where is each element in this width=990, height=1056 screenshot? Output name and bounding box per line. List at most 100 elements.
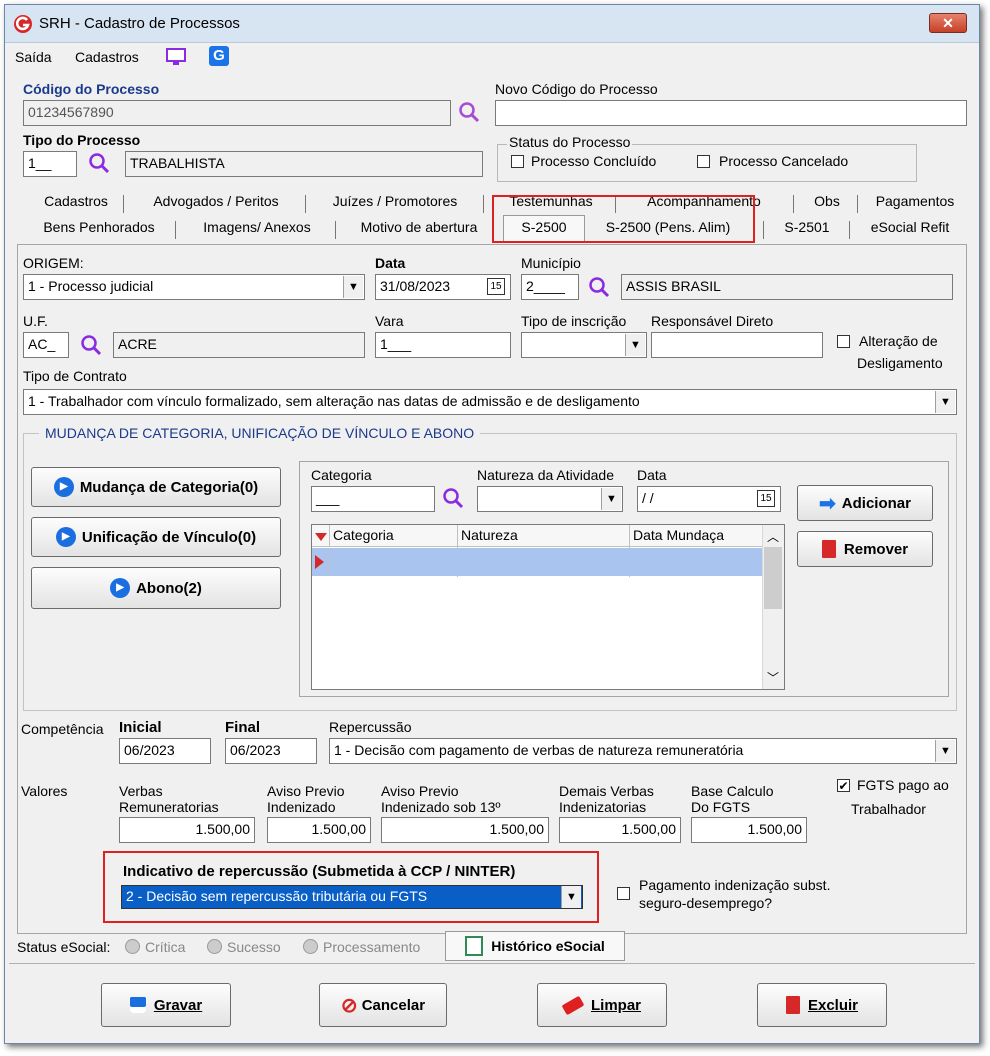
demais-field[interactable]: 1.500,00 xyxy=(559,817,681,843)
tab-s2501[interactable]: S-2501 xyxy=(769,219,845,235)
cancelado-checkbox[interactable] xyxy=(697,155,710,168)
grid-col-separator xyxy=(329,525,330,547)
calendar-icon[interactable]: 15 xyxy=(757,490,775,507)
fgts-checkbox[interactable]: ✔ xyxy=(837,779,850,792)
monitor-icon[interactable] xyxy=(165,47,187,67)
trash-icon xyxy=(821,540,836,558)
base-field[interactable]: 1.500,00 xyxy=(691,817,807,843)
novo-codigo-label: Novo Código do Processo xyxy=(495,81,658,97)
tab-juizes[interactable]: Juízes / Promotores xyxy=(311,193,479,209)
grid-header-natureza[interactable]: Natureza xyxy=(461,527,518,543)
abono-button[interactable]: ▶ Abono(2) xyxy=(31,567,281,609)
chevron-down-icon[interactable]: ▼ xyxy=(601,488,621,510)
table-row[interactable] xyxy=(312,548,762,576)
vara-field[interactable]: 1___ xyxy=(375,332,511,358)
scroll-up-icon[interactable]: ︿ xyxy=(767,528,779,545)
tab-motivo-abertura[interactable]: Motivo de abertura xyxy=(341,219,497,235)
tab-highlight-box xyxy=(492,195,755,243)
menu-cadastros[interactable]: Cadastros xyxy=(75,49,139,65)
tab-pagamentos[interactable]: Pagamentos xyxy=(865,193,965,209)
uf-code-field[interactable]: AC_ xyxy=(23,332,69,358)
radio-sucesso[interactable] xyxy=(207,939,222,954)
search-icon[interactable] xyxy=(457,100,481,124)
window-title: SRH - Cadastro de Processos xyxy=(39,15,240,32)
radio-critica[interactable] xyxy=(125,939,140,954)
tipo-contrato-select[interactable]: 1 - Trabalhador com vínculo formalizado,… xyxy=(23,389,957,415)
scroll-thumb[interactable] xyxy=(764,547,782,609)
codigo-field[interactable]: 01234567890 xyxy=(23,100,451,126)
indicativo-select[interactable]: 2 - Decisão sem repercussão tributária o… xyxy=(121,885,583,909)
search-icon[interactable] xyxy=(87,151,111,175)
alteracao-checkbox[interactable] xyxy=(837,335,850,348)
scroll-down-icon[interactable]: ﹀ xyxy=(767,669,779,686)
valores-label: Valores xyxy=(21,783,68,799)
historico-label: Histórico eSocial xyxy=(491,938,605,954)
tab-imagens-anexos[interactable]: Imagens/ Anexos xyxy=(183,219,331,235)
pagamento-checkbox[interactable] xyxy=(617,887,630,900)
repercussao-select[interactable]: 1 - Decisão com pagamento de verbas de n… xyxy=(329,738,957,764)
tipo-inscricao-label: Tipo de inscrição xyxy=(521,313,627,329)
responsavel-field[interactable] xyxy=(651,332,823,358)
tab-obs[interactable]: Obs xyxy=(799,193,855,209)
adicionar-button[interactable]: ➡ Adicionar xyxy=(797,485,933,521)
grid-header-categoria[interactable]: Categoria xyxy=(333,527,394,543)
tab-esocial-refit[interactable]: eSocial Refit xyxy=(855,219,965,235)
chevron-down-icon[interactable]: ▼ xyxy=(935,391,955,413)
tipo-label: Tipo do Processo xyxy=(23,132,141,148)
aviso-label-2: Indenizado xyxy=(267,799,336,815)
tab-advogados[interactable]: Advogados / Peritos xyxy=(131,193,301,209)
origem-select[interactable]: 1 - Processo judicial xyxy=(23,274,365,300)
chevron-down-icon[interactable]: ▼ xyxy=(935,740,955,762)
limpar-button[interactable]: Limpar xyxy=(537,983,667,1027)
codigo-label: Código do Processo xyxy=(23,81,160,97)
gravar-button[interactable]: Gravar xyxy=(101,983,231,1027)
close-button[interactable]: ✕ xyxy=(929,13,967,33)
historico-esocial-tab[interactable]: Histórico eSocial xyxy=(445,931,625,961)
aviso13-label-1: Aviso Previo xyxy=(381,783,459,799)
indicativo-label: Indicativo de repercussão (Submetida à C… xyxy=(123,863,516,880)
g-logo-icon[interactable]: G xyxy=(209,46,229,66)
mudanca-data-label: Data xyxy=(637,467,667,483)
tab-separator xyxy=(483,195,484,213)
tab-cadastros[interactable]: Cadastros xyxy=(29,193,123,209)
limpar-label: Limpar xyxy=(590,996,641,1014)
cancelar-button[interactable]: ⊘ Cancelar xyxy=(319,983,447,1027)
municipio-code-field[interactable]: 2____ xyxy=(521,274,579,300)
fgts-label-1: FGTS pago ao xyxy=(857,777,949,793)
demais-label-2: Indenizatorias xyxy=(559,799,647,815)
menu-saida[interactable]: Saída xyxy=(15,49,52,65)
tab-bens-penhorados[interactable]: Bens Penhorados xyxy=(25,219,173,235)
concluido-label: Processo Concluído xyxy=(531,153,657,169)
novo-codigo-field[interactable] xyxy=(495,100,967,126)
calendar-day: 15 xyxy=(760,493,772,504)
excluir-button[interactable]: Excluir xyxy=(757,983,887,1027)
aviso-field[interactable]: 1.500,00 xyxy=(267,817,371,843)
aviso13-field[interactable]: 1.500,00 xyxy=(381,817,549,843)
repercussao-label: Repercussão xyxy=(329,719,412,735)
title-bar: SRH - Cadastro de Processos ✕ xyxy=(5,5,979,43)
gravar-label: Gravar xyxy=(153,996,203,1014)
inicial-field[interactable]: 06/2023 xyxy=(119,738,211,764)
grid-header-data[interactable]: Data Mundaça xyxy=(633,527,724,543)
categoria-label: Categoria xyxy=(311,467,372,483)
concluido-checkbox[interactable] xyxy=(511,155,524,168)
tipo-code-field[interactable]: 1__ xyxy=(23,151,77,177)
chevron-down-icon[interactable]: ▼ xyxy=(625,334,645,356)
final-field[interactable]: 06/2023 xyxy=(225,738,317,764)
unificacao-vinculo-button[interactable]: ▶ Unificação de Vínculo(0) xyxy=(31,517,281,557)
base-label-2: Do FGTS xyxy=(691,799,751,815)
chevron-down-icon[interactable]: ▼ xyxy=(561,886,581,908)
chevron-down-icon[interactable]: ▼ xyxy=(343,276,363,298)
search-icon[interactable] xyxy=(441,486,465,510)
search-icon[interactable] xyxy=(79,333,103,357)
remover-button[interactable]: Remover xyxy=(797,531,933,567)
calendar-icon[interactable]: 15 xyxy=(487,278,505,295)
categoria-field[interactable]: ___ xyxy=(311,486,435,512)
tab-separator xyxy=(123,195,124,213)
search-icon[interactable] xyxy=(587,275,611,299)
verbas-field[interactable]: 1.500,00 xyxy=(119,817,255,843)
radio-processamento[interactable] xyxy=(303,939,318,954)
mudanca-categoria-button[interactable]: ▶ Mudança de Categoria(0) xyxy=(31,467,281,507)
play-circle-icon: ▶ xyxy=(110,578,131,598)
tab-separator xyxy=(763,221,764,239)
